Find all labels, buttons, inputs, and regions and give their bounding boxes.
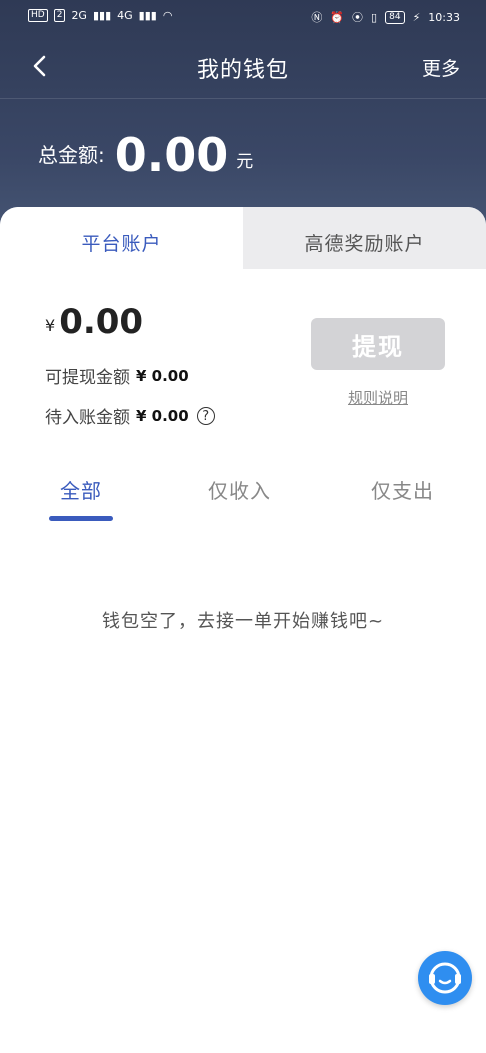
total-unit: 元: [236, 152, 254, 172]
total-balance: 总金额: 0.00 元: [38, 128, 253, 182]
location-icon: ⦿: [352, 11, 364, 24]
pending-label: 待入账金额: [45, 408, 130, 428]
nav-bar: 我的钱包 更多: [0, 34, 486, 98]
total-label: 总金额:: [38, 143, 105, 167]
withdrawable-row: 可提现金额 ¥ 0.00: [45, 363, 189, 389]
wifi-icon: ◠: [162, 9, 173, 22]
account-balance: ¥ 0.00: [45, 303, 143, 341]
rules-link[interactable]: 规则说明: [311, 387, 445, 408]
tab-reward-account-label[interactable]: 高德奖励账户: [243, 229, 486, 256]
balance-value: 0.00: [59, 302, 144, 342]
help-icon[interactable]: ?: [196, 406, 215, 425]
status-bar: HD 2 2G ▮▮▮ 4G ▮▮▮ ◠ Ⓝ ⏰ ⦿ ▯ 84 ⚡ 10:33: [0, 0, 486, 34]
filter-tab-expense[interactable]: 仅支出: [371, 475, 434, 504]
sim-indicator: 2: [53, 9, 66, 22]
header-divider: [0, 98, 486, 99]
empty-state-message: 钱包空了，去接一单开始赚钱吧~: [101, 611, 385, 632]
hd-indicator: HD: [28, 9, 48, 22]
charging-icon: ⚡: [412, 10, 421, 24]
signal-icon-2: ▮▮▮: [138, 9, 157, 22]
clock: 10:33: [428, 10, 460, 24]
pending-value: ¥ 0.00: [136, 406, 189, 425]
signal-icon: ▮▮▮: [92, 9, 112, 22]
page-title: 我的钱包: [196, 58, 289, 83]
withdrawable-value: ¥ 0.00: [136, 366, 189, 385]
withdraw-button[interactable]: 提现: [311, 318, 445, 370]
more-button[interactable]: 更多: [422, 54, 460, 81]
filter-tab-all[interactable]: 全部: [60, 475, 102, 504]
tab-platform-account-label[interactable]: 平台账户: [0, 229, 243, 256]
total-amount: 0.00: [114, 128, 229, 182]
pending-row: 待入账金额 ¥ 0.00 ?: [45, 403, 215, 428]
withdrawable-label: 可提现金额: [45, 368, 130, 388]
active-filter-indicator: [49, 516, 113, 521]
currency-symbol: ¥: [45, 316, 56, 335]
network-4g: 4G: [117, 9, 133, 22]
customer-service-button[interactable]: [418, 951, 472, 1005]
alarm-icon: ⏰: [330, 10, 345, 24]
headset-icon: [429, 962, 461, 994]
vibrate-icon: ▯: [371, 10, 378, 24]
account-card: 平台账户 高德奖励账户 ¥ 0.00 可提现金额 ¥ 0.00 待入账金额 ¥ …: [0, 207, 486, 1053]
filter-tab-income[interactable]: 仅收入: [208, 475, 271, 504]
network-2g: 2G: [71, 9, 87, 22]
battery-icon: 84: [385, 10, 405, 24]
nfc-icon: Ⓝ: [311, 11, 323, 24]
